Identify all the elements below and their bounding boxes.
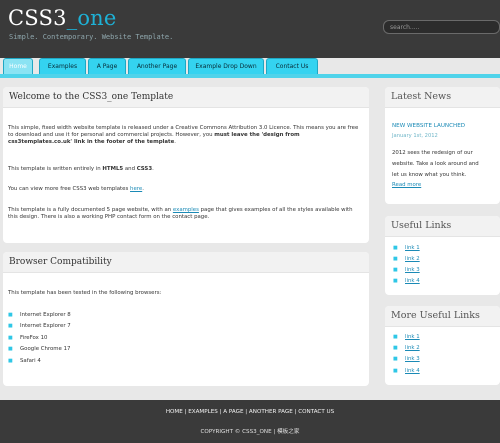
nav-underline-bar	[0, 74, 500, 78]
welcome-p1-end: .	[174, 139, 176, 145]
welcome-p1-bold-1: must leave the 'design from	[214, 132, 300, 138]
latest-news-heading: Latest News	[385, 87, 500, 108]
browser-list-item: Safari 4	[8, 358, 41, 365]
welcome-p4-text-b: page that gives examples of all the styl…	[200, 207, 340, 213]
news-title: NEW WEBSITE LAUNCHED	[392, 123, 466, 129]
more-useful-link-4[interactable]: link 4	[393, 368, 419, 375]
browser-panel: Browser Compatibility This template has …	[3, 252, 369, 386]
welcome-heading: Welcome to the CSS3_one Template	[3, 87, 369, 108]
welcome-p4-text-a: This template is a fully documented 5 pa…	[8, 207, 172, 213]
welcome-p3-end: .	[142, 186, 144, 192]
browser-list-item: Internet Explorer 7	[8, 323, 71, 330]
welcome-p1-bold-2: css3templates.co.uk' link in the footer …	[8, 139, 175, 145]
welcome-p2-css3: CSS3	[136, 166, 153, 172]
welcome-p3-text: You can view more free CSS3 web template…	[8, 186, 129, 192]
welcome-paragraph-2: This template is written entirely in HTM…	[8, 166, 364, 173]
nav-item-another-page[interactable]: Another Page	[128, 58, 186, 74]
more-useful-links-heading: More Useful Links	[385, 306, 500, 327]
welcome-p1-text-a: This simple, fixed width website templat…	[8, 125, 336, 131]
search-input[interactable]	[383, 20, 500, 34]
useful-link-4[interactable]: link 4	[393, 278, 419, 285]
more-useful-link-2[interactable]: link 2	[393, 345, 419, 352]
browser-heading: Browser Compatibility	[3, 252, 369, 273]
site-footer	[0, 400, 500, 443]
useful-link-3[interactable]: link 3	[393, 267, 419, 274]
useful-link-2[interactable]: link 2	[393, 256, 419, 263]
browser-list-item: FireFox 10	[8, 335, 48, 342]
browser-list-item: Internet Explorer 8	[8, 312, 71, 319]
latest-news-panel: Latest News NEW WEBSITE LAUNCHED January…	[385, 87, 500, 204]
browser-list-item: Google Chrome 17	[8, 346, 71, 353]
main-nav: Home Examples A Page Another Page Exampl…	[0, 58, 500, 75]
footer-copyright: COPYRIGHT © CSS3_ONE | 模板之家	[200, 429, 300, 435]
more-useful-links-panel: More Useful Links link 1 link 2 link 3 l…	[385, 306, 500, 385]
welcome-paragraph-4: This template is a fully documented 5 pa…	[8, 207, 364, 221]
logo-title-main: CSS3	[8, 6, 67, 30]
welcome-p2-text: This template is written entirely in	[8, 166, 101, 172]
more-useful-link-3[interactable]: link 3	[393, 356, 419, 363]
useful-link-1[interactable]: link 1	[393, 245, 419, 252]
nav-item-example-drop-down[interactable]: Example Drop Down	[188, 58, 264, 74]
welcome-p2-html5: HTML5	[102, 166, 124, 172]
news-body-line-2: website. Take a look around and	[392, 161, 479, 167]
welcome-p2-and: and	[124, 166, 136, 172]
welcome-p2-end: .	[152, 166, 154, 172]
examples-link[interactable]: examples	[173, 207, 199, 213]
nav-item-a-page[interactable]: A Page	[88, 58, 126, 74]
here-link[interactable]: here	[130, 186, 142, 192]
useful-links-heading: Useful Links	[385, 216, 500, 237]
welcome-panel: Welcome to the CSS3_one Template This si…	[3, 87, 369, 243]
news-body-line-3: let us know what you think.	[392, 172, 467, 178]
news-date: January 1st, 2012	[392, 133, 438, 139]
footer-nav[interactable]: HOME | EXAMPLES | A PAGE | ANOTHER PAGE …	[0, 409, 500, 415]
welcome-paragraph-3: You can view more free CSS3 web template…	[8, 186, 364, 193]
logo-title-accent: _one	[66, 6, 117, 30]
site-slogan: Simple. Contemporary. Website Template.	[9, 33, 174, 41]
site-logo-title[interactable]: CSS3_one	[8, 6, 117, 30]
welcome-paragraph-1: This simple, fixed width website templat…	[8, 125, 364, 146]
nav-item-contact-us[interactable]: Contact Us	[266, 58, 318, 74]
useful-links-panel: Useful Links link 1 link 2 link 3 link 4	[385, 216, 500, 295]
read-more-link[interactable]: Read more	[392, 182, 421, 189]
more-useful-link-1[interactable]: link 1	[393, 334, 419, 341]
news-body-line-1: 2012 sees the redesign of our	[392, 150, 473, 156]
nav-item-examples[interactable]: Examples	[39, 58, 86, 74]
nav-item-home[interactable]: Home	[3, 58, 33, 74]
browser-intro: This template has been tested in the fol…	[8, 290, 162, 296]
